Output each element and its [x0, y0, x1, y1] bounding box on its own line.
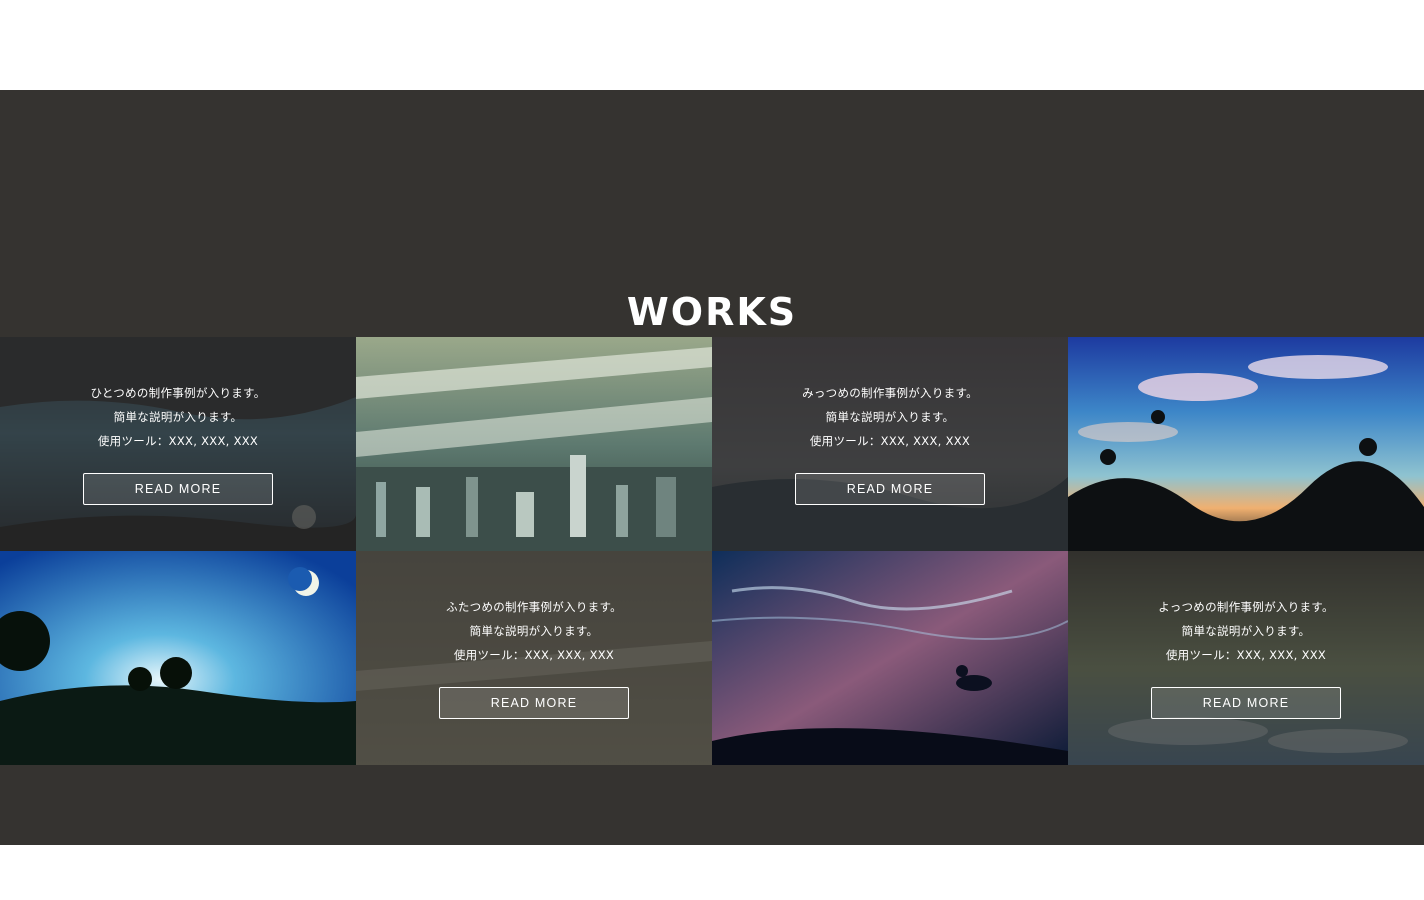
work-tools: 使用ツール：XXX, XXX, XXX — [453, 648, 615, 662]
header-spacer — [0, 0, 1424, 90]
works-grid: ひとつめの制作事例が入ります。 簡単な説明が入ります。 使用ツール：XXX, X… — [0, 337, 1424, 765]
work-tools: 使用ツール：XXX, XXX, XXX — [1165, 648, 1327, 662]
work-image-tile-city[interactable] — [356, 337, 712, 551]
work-description: 簡単な説明が入ります。 — [469, 624, 599, 638]
work-card-2[interactable]: ふたつめの制作事例が入ります。 簡単な説明が入ります。 使用ツール：XXX, X… — [356, 551, 712, 765]
work-title: ひとつめの制作事例が入ります。 — [90, 386, 266, 400]
city-photo — [356, 337, 712, 551]
read-more-button[interactable]: READ MORE — [795, 473, 985, 505]
read-more-button[interactable]: READ MORE — [439, 687, 629, 719]
read-more-button[interactable]: READ MORE — [83, 473, 273, 505]
work-card-3[interactable]: みっつめの制作事例が入ります。 簡単な説明が入ります。 使用ツール：XXX, X… — [712, 337, 1068, 551]
work-tools: 使用ツール：XXX, XXX, XXX — [97, 434, 259, 448]
work-info: よっつめの制作事例が入ります。 簡単な説明が入ります。 使用ツール：XXX, X… — [1068, 551, 1424, 765]
work-image-tile-stars[interactable] — [712, 551, 1068, 765]
work-title: よっつめの制作事例が入ります。 — [1158, 600, 1334, 614]
work-info: みっつめの制作事例が入ります。 簡単な説明が入ります。 使用ツール：XXX, X… — [712, 337, 1068, 551]
starry-water-photo — [712, 551, 1068, 765]
work-description: 簡単な説明が入ります。 — [113, 410, 243, 424]
footer-spacer — [0, 845, 1424, 900]
work-tools: 使用ツール：XXX, XXX, XXX — [809, 434, 971, 448]
work-description: 簡単な説明が入ります。 — [825, 410, 955, 424]
works-section: WORKS ひとつめの制作事例が入ります。 簡単な説明が入ります。 使用ツール：… — [0, 90, 1424, 845]
moon-trees-photo — [0, 551, 356, 765]
work-description: 簡単な説明が入ります。 — [1181, 624, 1311, 638]
work-image-tile-moon[interactable] — [0, 551, 356, 765]
read-more-button[interactable]: READ MORE — [1151, 687, 1341, 719]
work-info: ふたつめの制作事例が入ります。 簡単な説明が入ります。 使用ツール：XXX, X… — [356, 551, 712, 765]
work-card-1[interactable]: ひとつめの制作事例が入ります。 簡単な説明が入ります。 使用ツール：XXX, X… — [0, 337, 356, 551]
work-title: みっつめの制作事例が入ります。 — [802, 386, 978, 400]
work-info: ひとつめの制作事例が入ります。 簡単な説明が入ります。 使用ツール：XXX, X… — [0, 337, 356, 551]
work-card-4[interactable]: よっつめの制作事例が入ります。 簡単な説明が入ります。 使用ツール：XXX, X… — [1068, 551, 1424, 765]
flower-sky-photo — [1068, 337, 1424, 551]
work-title: ふたつめの制作事例が入ります。 — [446, 600, 622, 614]
work-image-tile-flowers[interactable] — [1068, 337, 1424, 551]
